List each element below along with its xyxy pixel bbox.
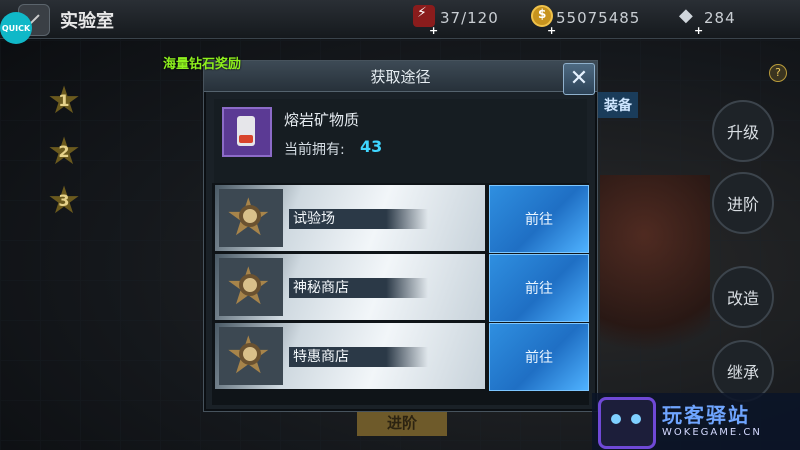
source-banner: ★ 特惠商店 [215, 323, 485, 389]
obtain-source-dialog: 获取途径 ✕ 熔岩矿物质 当前拥有: 43 ★ 试验场 前往 ★ 神秘商店 前往… [203, 60, 598, 412]
advance-button[interactable]: 进阶 [712, 172, 774, 234]
add-diamond-icon[interactable]: + [694, 24, 703, 37]
page-title: 实验室 [60, 11, 114, 32]
source-banner: ★ 试验场 [215, 185, 485, 251]
close-icon: ✕ [569, 66, 589, 91]
medal-star-icon: ★ [219, 258, 283, 316]
go-button-special-shop[interactable]: 前往 [489, 323, 589, 391]
diamond-value: 284 [704, 9, 736, 27]
source-name: 神秘商店 [289, 278, 428, 298]
lava-mineral-icon [222, 107, 272, 157]
item-name: 熔岩矿物质 [284, 111, 360, 129]
quick-button[interactable]: QUICK [0, 12, 32, 44]
promo-banner[interactable]: 海量钻石奖励 [163, 53, 241, 72]
source-list: ★ 试验场 前往 ★ 神秘商店 前往 ★ 特惠商店 前往 [212, 183, 589, 405]
medal-star-icon: ★ [219, 189, 283, 247]
source-name: 试验场 [289, 209, 428, 229]
medal-star-icon: ★ [219, 327, 283, 385]
rank-2[interactable]: ★ 2 [46, 132, 82, 170]
source-row: ★ 神秘商店 前往 [215, 254, 589, 322]
dialog-header: 获取途径 ✕ [204, 61, 597, 95]
advance-action-button[interactable]: 进阶 [357, 408, 447, 436]
dialog-title: 获取途径 [370, 68, 431, 86]
watermark-title: 玩客驿站 [662, 403, 750, 427]
upgrade-button[interactable]: 升级 [712, 100, 774, 162]
owned-value: 43 [360, 137, 383, 156]
help-icon[interactable]: ? [769, 64, 787, 82]
go-button-mystery-shop[interactable]: 前往 [489, 254, 589, 322]
robot-logo-icon [598, 397, 656, 449]
modify-button[interactable]: 改造 [712, 266, 774, 328]
rank-3[interactable]: ★ 3 [46, 181, 82, 219]
add-energy-icon[interactable]: + [429, 24, 438, 37]
close-button[interactable]: ✕ [563, 63, 595, 95]
source-name: 特惠商店 [289, 347, 428, 367]
watermark: 玩客驿站 WOKEGAME.CN [592, 393, 800, 450]
add-coin-icon[interactable]: + [547, 24, 556, 37]
top-bar: 实验室 + 37/120 + 55075485 + 284 [0, 0, 800, 39]
rank-1[interactable]: ★ 1 [46, 81, 82, 119]
source-row: ★ 特惠商店 前往 [215, 323, 589, 391]
watermark-url: WOKEGAME.CN [662, 427, 762, 438]
equipment-tab[interactable]: 装备 [598, 92, 638, 118]
source-row: ★ 试验场 前往 [215, 185, 589, 253]
coin-value: 55075485 [556, 9, 641, 27]
energy-value: 37/120 [440, 9, 499, 27]
go-button-trial-field[interactable]: 前往 [489, 185, 589, 253]
owned-label: 当前拥有: [284, 142, 345, 158]
source-banner: ★ 神秘商店 [215, 254, 485, 320]
equipment-preview [600, 175, 710, 375]
